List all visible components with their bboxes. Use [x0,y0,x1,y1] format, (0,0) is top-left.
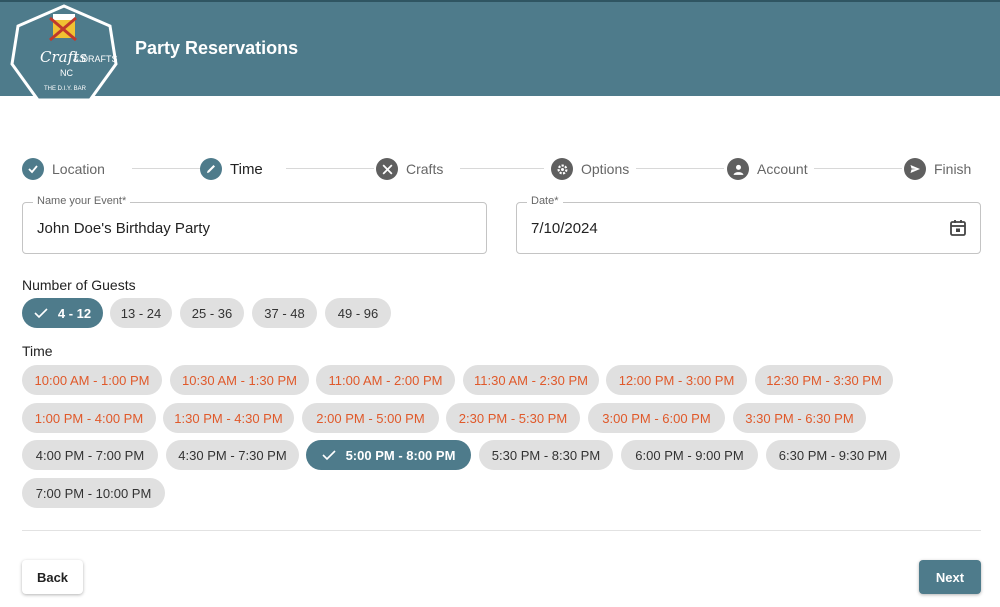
time-chip-unavailable[interactable]: 10:00 AM - 1:00 PM [22,365,162,395]
chip-label: 7:00 PM - 10:00 PM [35,485,152,501]
step-label: Account [757,161,808,177]
event-name-field[interactable]: Name your Event* [22,195,487,254]
send-icon [904,158,926,180]
chip-label: 11:30 AM - 2:30 PM [474,372,588,388]
chip-label: 3:00 PM - 6:00 PM [602,410,711,426]
chip-label: 37 - 48 [264,305,305,321]
chip-label: 6:30 PM - 9:30 PM [778,447,888,463]
chip-label: 1:00 PM - 4:00 PM [34,410,144,426]
step-label: Crafts [406,161,444,177]
chip-label: 12:30 PM - 3:30 PM [766,372,882,388]
time-chip-unavailable[interactable]: 3:30 PM - 6:30 PM [733,403,866,433]
field-label: Date* [527,195,563,207]
step-connector [286,168,374,169]
time-chip-selected[interactable]: 5:00 PM - 8:00 PM [306,440,471,470]
chip-label: 12:00 PM - 3:00 PM [618,372,735,388]
time-chip[interactable]: 5:30 PM - 8:30 PM [479,440,613,470]
time-chip-unavailable[interactable]: 11:30 AM - 2:30 PM [463,365,599,395]
check-icon [34,307,48,319]
gear-icon [551,158,573,180]
time-chip-unavailable[interactable]: 11:00 AM - 2:00 PM [316,365,455,395]
app-header: Crafts & DRAFTS NC THE D.I.Y. BAR Party … [0,0,1000,102]
time-chip-unavailable[interactable]: 12:00 PM - 3:00 PM [606,365,747,395]
chip-label: 13 - 24 [120,305,162,321]
step-crafts[interactable]: Crafts [376,156,443,182]
progress-stepper: Location Time Crafts Options Account Fin… [22,156,972,182]
step-location[interactable]: Location [22,156,105,182]
guest-chip-selected[interactable]: 4 - 12 [22,298,103,328]
time-chip-unavailable[interactable]: 10:30 AM - 1:30 PM [170,365,309,395]
crafts-and-drafts-logo[interactable]: Crafts & DRAFTS NC THE D.I.Y. BAR [10,4,118,106]
date-input[interactable] [531,220,931,237]
step-account[interactable]: Account [727,156,808,182]
guest-chip[interactable]: 37 - 48 [252,298,317,328]
chip-label: 11:00 AM - 2:00 PM [328,372,443,388]
chip-label: 3:30 PM - 6:30 PM [745,410,854,426]
divider [22,530,981,531]
time-label: Time [22,343,53,359]
step-connector [460,168,544,169]
chip-label: 25 - 36 [191,305,233,321]
chip-label: 5:00 PM - 8:00 PM [345,447,456,463]
chip-label: 2:00 PM - 5:00 PM [316,410,425,426]
tools-icon [376,158,398,180]
time-chip[interactable]: 6:30 PM - 9:30 PM [766,440,900,470]
chip-label: 6:00 PM - 9:00 PM [635,447,744,463]
step-label: Options [581,161,630,177]
next-button[interactable]: Next [919,560,981,594]
svg-text:NC: NC [60,68,73,78]
chip-label: 1:30 PM - 4:30 PM [174,410,283,426]
back-button[interactable]: Back [22,560,83,594]
check-icon [22,158,44,180]
svg-text:THE D.I.Y. BAR: THE D.I.Y. BAR [44,86,87,92]
person-icon [727,158,749,180]
time-chip-unavailable[interactable]: 12:30 PM - 3:30 PM [755,365,893,395]
calendar-icon[interactable] [948,218,968,238]
svg-text:& DRAFTS: & DRAFTS [73,54,118,64]
step-time[interactable]: Time [200,156,263,182]
step-connector [132,168,207,169]
guest-chip[interactable]: 13 - 24 [110,298,172,328]
chip-label: 2:30 PM - 5:30 PM [458,410,568,426]
step-connector [636,168,724,169]
time-chip[interactable]: 7:00 PM - 10:00 PM [22,478,165,508]
field-label: Name your Event* [33,195,131,207]
time-chip[interactable]: 6:00 PM - 9:00 PM [621,440,758,470]
time-chip-unavailable[interactable]: 1:30 PM - 4:30 PM [163,403,294,433]
check-icon [322,449,336,461]
step-options[interactable]: Options [551,156,629,182]
guests-label: Number of Guests [22,277,136,293]
chip-label: 49 - 96 [337,305,379,321]
step-label: Time [230,160,263,178]
time-chip[interactable]: 4:00 PM - 7:00 PM [22,440,158,470]
guest-chip[interactable]: 25 - 36 [180,298,244,328]
time-chip-unavailable[interactable]: 2:30 PM - 5:30 PM [446,403,580,433]
chip-label: 4:30 PM - 7:30 PM [178,447,287,463]
time-chip-unavailable[interactable]: 2:00 PM - 5:00 PM [302,403,439,433]
chip-label: 4 - 12 [57,305,92,321]
step-finish[interactable]: Finish [904,156,971,182]
pencil-icon [200,158,222,180]
chip-label: 4:00 PM - 7:00 PM [35,447,145,463]
chip-label: 10:00 AM - 1:00 PM [34,372,150,388]
time-chip[interactable]: 4:30 PM - 7:30 PM [166,440,299,470]
date-field[interactable]: Date* [516,195,981,254]
time-chip-unavailable[interactable]: 3:00 PM - 6:00 PM [588,403,725,433]
step-label: Location [52,161,105,177]
step-connector [814,168,902,169]
page-title: Party Reservations [135,38,299,58]
step-label: Finish [934,161,972,177]
guest-chip[interactable]: 49 - 96 [325,298,391,328]
event-name-input[interactable] [37,220,437,237]
time-chip-unavailable[interactable]: 1:00 PM - 4:00 PM [22,403,156,433]
chip-label: 5:30 PM - 8:30 PM [491,447,601,463]
chip-label: 10:30 AM - 1:30 PM [182,372,297,388]
